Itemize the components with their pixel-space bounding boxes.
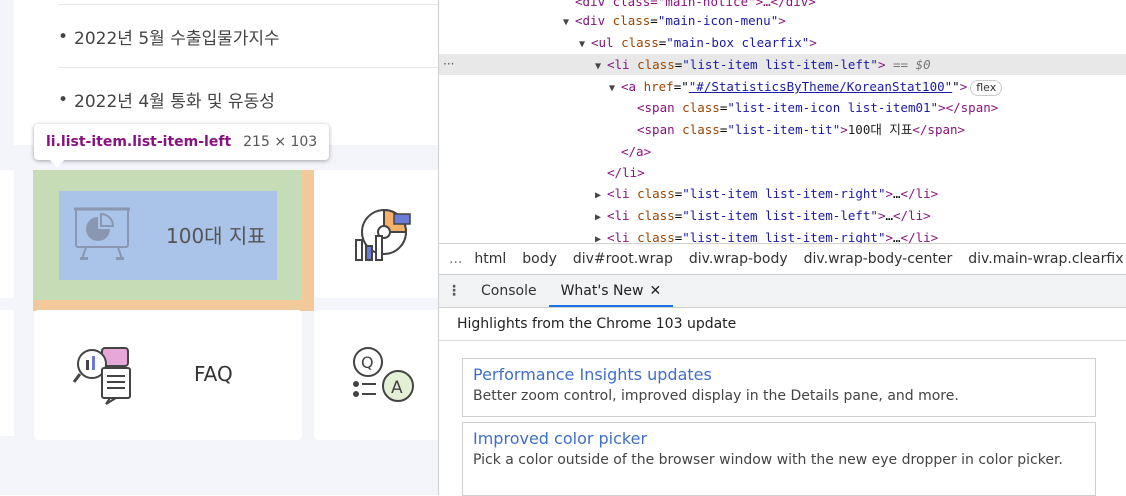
- breadcrumb-item[interactable]: body: [522, 251, 557, 267]
- tooltip-arrow: [49, 159, 65, 168]
- attr-name: href: [643, 79, 674, 94]
- tile-qa[interactable]: Q A: [314, 310, 438, 440]
- breadcrumb-item[interactable]: html: [474, 251, 506, 267]
- svg-text:A: A: [391, 378, 403, 398]
- breadcrumb: ... html body div#root.wrap div.wrap-bod…: [439, 243, 1126, 275]
- attr-name: class: [637, 208, 675, 223]
- breadcrumb-item[interactable]: div.main-wrap.clearfix: [968, 251, 1123, 267]
- attr-name: class: [682, 100, 720, 115]
- collapsed-triangle-icon[interactable]: ▶: [595, 185, 607, 206]
- attr-value: "list-item list-item-right": [682, 230, 886, 243]
- attr-name: class: [612, 13, 651, 28]
- attr-name: class: [637, 186, 675, 201]
- tag-name: <a: [621, 79, 637, 94]
- notice-item[interactable]: • 2022년 4월 통화 및 유동성: [58, 67, 438, 131]
- svg-text:Q: Q: [361, 353, 374, 372]
- attr-value: "main-box clearfix": [666, 35, 810, 50]
- dom-node[interactable]: ▶ <li class="list-item list-item-left">…<…: [439, 205, 1126, 226]
- breadcrumb-item[interactable]: div#root.wrap: [573, 251, 673, 267]
- card-title-link[interactable]: Performance Insights updates: [473, 365, 1085, 384]
- flex-badge[interactable]: flex: [970, 79, 1003, 96]
- bullet: •: [58, 89, 69, 110]
- dom-node[interactable]: <span class="list-item-tit">100대 지표</spa…: [439, 119, 1126, 140]
- attr-value: "list-item-tit": [727, 122, 841, 137]
- href-link[interactable]: "#/StatisticsByTheme/KoreanStat100": [689, 79, 952, 94]
- tile-label: FAQ: [194, 362, 233, 386]
- expanded-triangle-icon[interactable]: ▼: [609, 78, 621, 99]
- attr-name: class: [621, 35, 659, 50]
- tag-name: <li: [607, 57, 630, 72]
- drawer-tabbar: ⋮ Console What's New ✕: [439, 275, 1126, 308]
- attr-value: "list-item-icon list-item01": [727, 100, 939, 115]
- elements-tree[interactable]: <div class="main-notice">…</div> ▼ <div c…: [439, 0, 1126, 243]
- tab-label: What's New: [560, 283, 644, 299]
- qa-icon: Q A: [353, 347, 414, 402]
- card-description: Better zoom control, improved display in…: [473, 388, 959, 404]
- tab-whats-new[interactable]: What's New ✕: [548, 275, 674, 307]
- whats-new-card[interactable]: Performance Insights updates Better zoom…: [462, 358, 1096, 417]
- whats-new-card[interactable]: Improved color picker Pick a color outsi…: [462, 422, 1096, 496]
- closing-tag: </li>: [607, 165, 645, 180]
- text-node: 100대 지표: [847, 122, 913, 137]
- tile-stats[interactable]: [314, 170, 438, 298]
- tag-name: <div: [575, 13, 606, 28]
- tile-label: 100대 지표: [166, 224, 266, 248]
- tile-faq[interactable]: FAQ: [34, 310, 302, 440]
- expanded-triangle-icon[interactable]: ▼: [579, 34, 591, 55]
- stats-disc-icon: [355, 208, 411, 261]
- presentation-chart-icon: [74, 207, 130, 260]
- breadcrumb-item[interactable]: div.wrap-body: [689, 251, 788, 267]
- tab-console[interactable]: Console: [469, 275, 549, 307]
- more-dots-icon[interactable]: ···: [443, 54, 454, 75]
- notice-item[interactable]: • 2022년 5월 수출입물가지수: [58, 4, 438, 68]
- dom-node[interactable]: ▶ <li class="list-item list-item-right">……: [439, 227, 1126, 243]
- devtools-panel: <div class="main-notice">…</div> ▼ <div c…: [438, 0, 1126, 496]
- close-icon[interactable]: ✕: [650, 283, 662, 299]
- expanded-triangle-icon[interactable]: ▼: [595, 56, 607, 77]
- dom-node[interactable]: ▼ <ul class="main-box clearfix">: [439, 32, 1126, 53]
- page-edge: [0, 310, 14, 436]
- bullet: •: [58, 26, 69, 47]
- breadcrumb-item[interactable]: div.wrap-body-center: [804, 251, 953, 267]
- tooltip-size: 215 × 103: [243, 134, 318, 150]
- divider: [439, 340, 1126, 341]
- tag-name: <ul: [591, 35, 614, 50]
- attr-name: class: [637, 230, 675, 243]
- dom-node[interactable]: ▼ <a href=""#/StatisticsByTheme/KoreanSta…: [439, 76, 1126, 97]
- highlights-heading: Highlights from the Chrome 103 update: [457, 316, 737, 332]
- dom-node[interactable]: <span class="list-item-icon list-item01"…: [439, 97, 1126, 118]
- expanded-triangle-icon[interactable]: ▼: [563, 12, 575, 33]
- card-title-link[interactable]: Improved color picker: [473, 429, 1085, 448]
- kebab-menu-icon[interactable]: ⋮: [439, 283, 469, 299]
- dom-node-text: <div class="main-notice">…</div>: [575, 0, 816, 9]
- selected-marker: == $0: [893, 57, 931, 72]
- web-page-viewport: • 2022년 5월 수출입물가지수 • 2022년 4월 통화 및 유동성 1…: [0, 0, 438, 495]
- notice-title: 2022년 4월 통화 및 유동성: [74, 92, 275, 112]
- attr-value: "main-icon-menu": [657, 13, 779, 28]
- inspect-tooltip: li.list-item.list-item-left 215 × 103: [34, 124, 330, 160]
- dom-node[interactable]: </a>: [439, 141, 1126, 162]
- attr-value: "list-item list-item-right": [682, 186, 886, 201]
- attr-name: class: [637, 57, 675, 72]
- collapsed-triangle-icon[interactable]: ▶: [595, 207, 607, 228]
- dom-node[interactable]: ▼ <div class="main-icon-menu">: [439, 10, 1126, 31]
- notice-title: 2022년 5월 수출입물가지수: [74, 29, 280, 49]
- tooltip-selector: li.list-item.list-item-left: [46, 134, 232, 150]
- attr-value: "list-item list-item-left": [682, 208, 878, 223]
- dom-node-selected[interactable]: ··· ▼ <li class="list-item list-item-left…: [439, 54, 1126, 75]
- dom-node[interactable]: ▶ <li class="list-item list-item-right">……: [439, 183, 1126, 204]
- breadcrumb-overflow[interactable]: ...: [439, 251, 474, 267]
- closing-tag: </a>: [621, 144, 652, 159]
- attr-name: class: [682, 122, 720, 137]
- page-edge: [0, 170, 14, 298]
- attr-value: "list-item list-item-left": [682, 57, 878, 72]
- collapsed-triangle-icon[interactable]: ▶: [595, 229, 607, 243]
- faq-chat-icon: [72, 347, 131, 405]
- card-description: Pick a color outside of the browser wind…: [473, 452, 1063, 468]
- dom-node[interactable]: </li>: [439, 162, 1126, 183]
